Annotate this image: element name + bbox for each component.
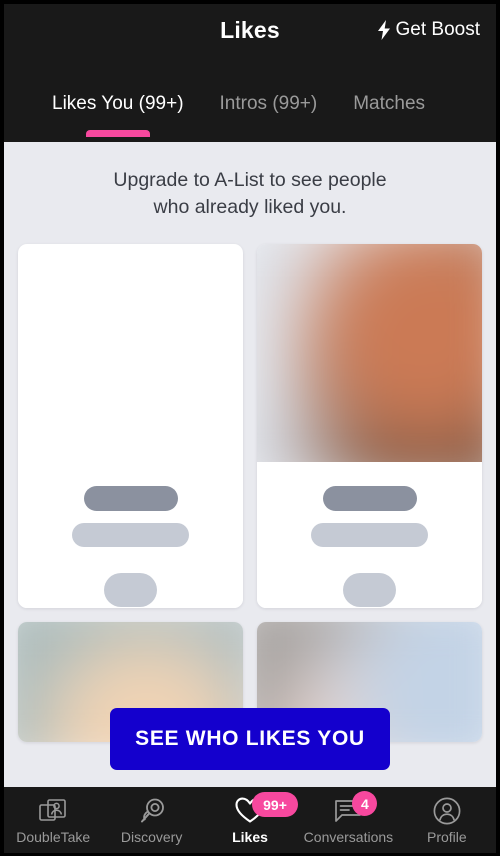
details-placeholder [311, 523, 428, 547]
upsell-message: Upgrade to A-List to see people who alre… [4, 142, 496, 221]
name-placeholder [322, 486, 417, 511]
app-screen: Likes Get Boost Likes You (99+) Intros (… [4, 4, 496, 853]
nav-label-doubletake: DoubleTake [16, 829, 91, 845]
nav-item-doubletake[interactable]: DoubleTake [4, 787, 102, 853]
nav-item-conversations[interactable]: 4 Conversations [299, 787, 397, 853]
nav-icon-wrap: 4 [334, 791, 378, 825]
double-photo-person-icon [39, 798, 67, 821]
magnifying-glass-icon [140, 798, 164, 822]
tab-matches[interactable]: Matches [335, 93, 443, 142]
nav-icon-wrap: 99+ [235, 792, 299, 825]
tab-likes-you[interactable]: Likes You (99+) [34, 93, 202, 142]
tab-intros[interactable]: Intros (99+) [202, 93, 336, 142]
tab-likes-you-label: Likes You (99+) [52, 93, 184, 114]
phone-frame: Likes Get Boost Likes You (99+) Intros (… [0, 0, 500, 856]
conversations-badge: 4 [352, 791, 378, 816]
nav-label-discovery: Discovery [120, 829, 183, 845]
blurred-photo [18, 244, 243, 462]
see-who-likes-you-button[interactable]: SEE WHO LIKES YOU [110, 708, 390, 770]
upsell-line-1: Upgrade to A-List to see people [113, 169, 387, 191]
header-top-row: Likes Get Boost [4, 14, 496, 54]
bottom-navigation: DoubleTake Discovery 99+ Likes 4 Convers… [4, 787, 496, 853]
header: Likes Get Boost Likes You (99+) Intros (… [4, 4, 496, 142]
active-tab-indicator [85, 130, 150, 137]
nav-icon-wrap [39, 796, 67, 825]
tab-intros-label: Intros (99+) [219, 93, 318, 114]
card-placeholder-info [18, 462, 243, 608]
person-circle-icon [433, 797, 461, 824]
main-content: Upgrade to A-List to see people who alre… [4, 142, 496, 787]
name-placeholder [83, 486, 178, 511]
get-boost-label: Get Boost [395, 19, 481, 40]
get-boost-button[interactable]: Get Boost [377, 19, 481, 41]
tab-bar: Likes You (99+) Intros (99+) Matches [4, 54, 496, 142]
action-placeholder [343, 573, 396, 607]
blurred-profile-card-1[interactable] [18, 244, 243, 608]
action-placeholder [104, 573, 157, 607]
likes-card-grid [4, 221, 496, 742]
card-placeholder-info [257, 462, 482, 608]
nav-item-profile[interactable]: Profile [398, 787, 496, 853]
nav-item-discovery[interactable]: Discovery [102, 787, 200, 853]
nav-icon-wrap [433, 796, 461, 825]
lightning-bolt-icon [377, 20, 390, 40]
nav-item-likes[interactable]: 99+ Likes [201, 787, 299, 853]
nav-label-likes: Likes [232, 829, 268, 845]
tab-matches-label: Matches [353, 93, 426, 114]
cta-container: SEE WHO LIKES YOU [4, 708, 496, 770]
nav-label-conversations: Conversations [303, 829, 394, 845]
upsell-line-2: who already liked you. [153, 196, 347, 218]
nav-icon-wrap [138, 796, 166, 825]
details-placeholder [72, 523, 189, 547]
nav-label-profile: Profile [426, 829, 467, 845]
likes-badge: 99+ [252, 792, 299, 817]
blurred-photo [257, 244, 482, 462]
blurred-profile-card-2[interactable] [257, 244, 482, 608]
